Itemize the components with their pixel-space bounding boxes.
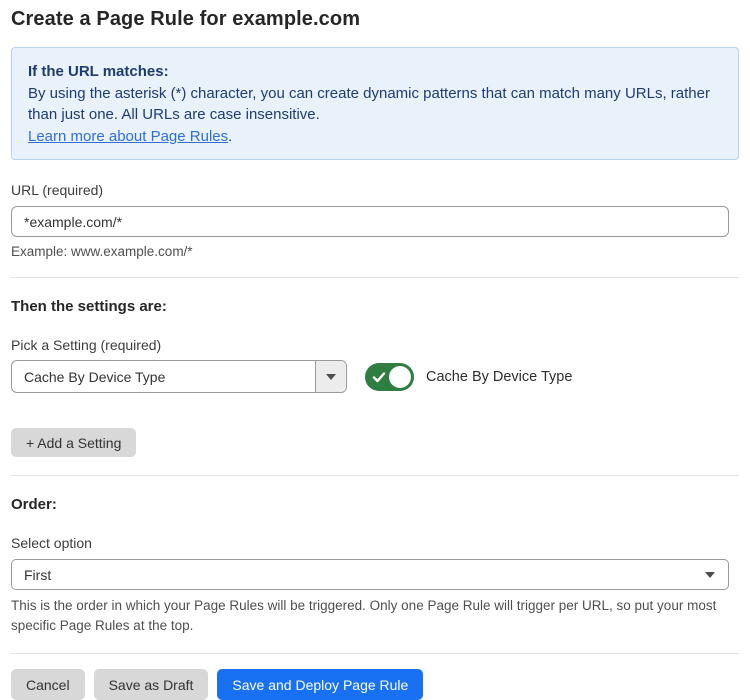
cancel-button[interactable]: Cancel	[11, 669, 85, 700]
info-box-body: By using the asterisk (*) character, you…	[28, 83, 718, 126]
setting-toggle-label: Cache By Device Type	[426, 369, 572, 385]
order-section-heading: Order:	[11, 496, 739, 513]
chevron-down-icon	[705, 572, 715, 578]
link-suffix: .	[228, 128, 232, 145]
setting-toggle[interactable]	[365, 363, 414, 391]
setting-select-value: Cache By Device Type	[12, 361, 315, 392]
info-box-link-line: Learn more about Page Rules.	[28, 126, 722, 148]
save-as-draft-button[interactable]: Save as Draft	[94, 669, 209, 700]
divider	[11, 277, 739, 278]
order-select[interactable]: First	[11, 559, 729, 590]
save-and-deploy-button[interactable]: Save and Deploy Page Rule	[217, 669, 423, 700]
setting-select-arrow-button[interactable]	[315, 361, 346, 392]
add-setting-button[interactable]: + Add a Setting	[11, 428, 136, 457]
url-match-info-box: If the URL matches: By using the asteris…	[11, 47, 739, 160]
setting-select[interactable]: Cache By Device Type	[11, 360, 347, 393]
order-description: This is the order in which your Page Rul…	[11, 596, 736, 636]
divider	[11, 653, 739, 654]
pick-setting-label: Pick a Setting (required)	[11, 337, 739, 353]
learn-more-link[interactable]: Learn more about Page Rules	[28, 128, 228, 145]
order-select-label: Select option	[11, 535, 739, 551]
settings-section-heading: Then the settings are:	[11, 298, 739, 315]
info-box-heading: If the URL matches:	[28, 61, 722, 83]
url-field-label: URL (required)	[11, 182, 739, 198]
footer-actions: Cancel Save as Draft Save and Deploy Pag…	[11, 669, 739, 700]
url-input[interactable]	[11, 206, 729, 237]
check-icon	[372, 370, 386, 384]
toggle-knob	[389, 366, 411, 388]
order-select-value: First	[24, 567, 51, 583]
divider	[11, 475, 739, 476]
page-title: Create a Page Rule for example.com	[11, 8, 739, 31]
url-example-helper: Example: www.example.com/*	[11, 244, 739, 259]
chevron-down-icon	[326, 374, 336, 380]
setting-row: Cache By Device Type Cache By Device Typ…	[11, 360, 739, 393]
